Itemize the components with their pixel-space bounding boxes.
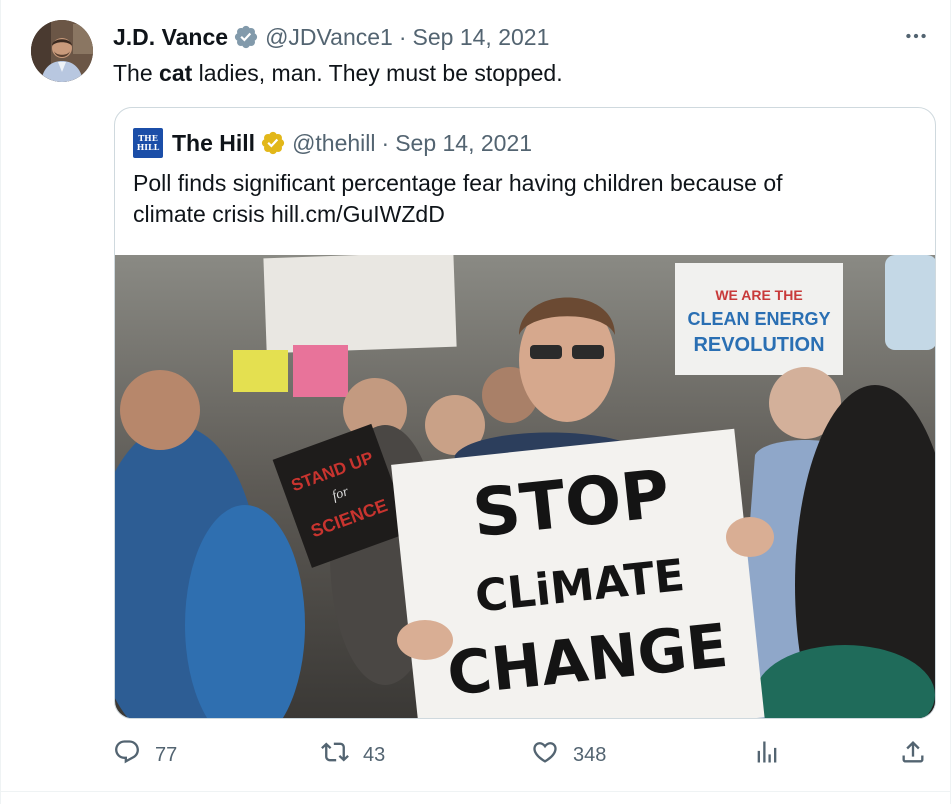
avatar[interactable]	[31, 20, 93, 82]
share-icon	[899, 738, 927, 772]
tweet-text: The cat ladies, man. They must be stoppe…	[113, 58, 563, 88]
gold-verified-badge-icon[interactable]	[260, 130, 286, 156]
tweet-header: J.D. Vance @JDVance1 · Sep 14, 2021	[113, 22, 549, 52]
back-sign-line-1: WE ARE THE	[715, 287, 802, 303]
separator: ·	[398, 23, 407, 50]
retweet-icon	[321, 738, 349, 772]
quoted-separator: ·	[381, 129, 390, 156]
like-count: 348	[573, 743, 607, 766]
logo-text-2: HILL	[136, 142, 160, 152]
the-hill-logo[interactable]: THE HILL	[133, 128, 163, 158]
tweet-date[interactable]: Sep 14, 2021	[413, 24, 550, 51]
quoted-author-name[interactable]: The Hill	[172, 130, 255, 157]
quoted-text-line-1: Poll finds significant percentage fear h…	[133, 170, 783, 196]
like-icon	[531, 738, 559, 772]
tweet-text-bold: cat	[159, 60, 193, 86]
protest-photo[interactable]: WE ARE THE CLEAN ENERGY REVOLUTION STAND…	[115, 251, 935, 718]
action-bar: 77 43 348	[1, 738, 951, 772]
share-button[interactable]	[899, 738, 927, 772]
author-name[interactable]: J.D. Vance	[113, 24, 228, 51]
quoted-header: The Hill @thehill · Sep 14, 2021	[172, 128, 532, 158]
like-button[interactable]: 348	[531, 738, 606, 772]
quoted-text-line-2: climate crisis hill.cm/GuIWZdD	[133, 201, 445, 227]
retweet-count: 43	[363, 743, 386, 766]
quoted-tweet[interactable]: THE HILL The Hill @thehill · Sep 14, 202…	[114, 107, 936, 719]
tweet-text-after: ladies, man. They must be stopped.	[192, 60, 563, 86]
back-sign-line-3: REVOLUTION	[693, 334, 824, 356]
quoted-text: Poll finds significant percentage fear h…	[133, 168, 893, 230]
views-button[interactable]	[753, 738, 781, 772]
author-handle[interactable]: @JDVance1	[265, 24, 393, 51]
quoted-date[interactable]: Sep 14, 2021	[395, 130, 532, 157]
tweet[interactable]: J.D. Vance @JDVance1 · Sep 14, 2021 The …	[0, 0, 951, 804]
tweet-text-before: The	[113, 60, 160, 86]
quoted-author-handle[interactable]: @thehill	[292, 130, 375, 157]
divider	[1, 791, 950, 792]
views-icon	[753, 738, 781, 772]
reply-icon	[113, 738, 141, 772]
back-sign-line-2: CLEAN ENERGY	[687, 309, 830, 329]
reply-count: 77	[155, 743, 178, 766]
retweet-button[interactable]: 43	[321, 738, 385, 772]
verified-badge-icon[interactable]	[233, 24, 259, 50]
ellipsis-icon[interactable]	[900, 22, 932, 50]
reply-button[interactable]: 77	[113, 738, 177, 772]
